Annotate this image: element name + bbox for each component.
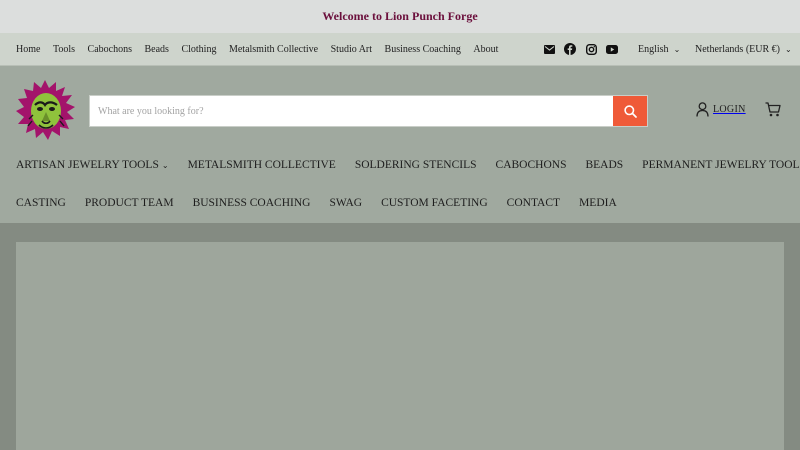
instagram-icon[interactable] (585, 43, 597, 55)
nav-custom-faceting[interactable]: CUSTOM FACETING (381, 197, 488, 209)
utility-link-studio-art[interactable]: Studio Art (331, 44, 372, 55)
login-link[interactable]: LOGIN (696, 102, 746, 117)
lion-logo[interactable] (15, 79, 76, 141)
site-header: LOGIN ARTISAN JEWELRY TOOLS ⌄ METALSMITH… (0, 66, 800, 223)
utility-link-tools[interactable]: Tools (53, 44, 75, 55)
youtube-icon[interactable] (606, 43, 618, 55)
chevron-down-icon: ⌄ (673, 45, 681, 54)
nav-swag[interactable]: SWAG (329, 197, 362, 209)
mail-icon[interactable] (543, 43, 555, 55)
utility-link-clothing[interactable]: Clothing (181, 44, 216, 55)
nav-beads[interactable]: BEADS (585, 159, 623, 171)
nav-contact[interactable]: CONTACT (507, 197, 560, 209)
announcement-bar: Welcome to Lion Punch Forge (0, 0, 800, 33)
user-icon (696, 102, 709, 117)
cart-button[interactable] (765, 102, 781, 122)
search-input[interactable] (90, 96, 613, 126)
utility-link-metalsmith-collective[interactable]: Metalsmith Collective (229, 44, 318, 55)
utility-bar: Home Tools Cabochons Beads Clothing Meta… (0, 33, 800, 66)
currency-selector[interactable]: Netherlands (EUR €) ⌄ (695, 33, 792, 66)
nav-business-coaching[interactable]: BUSINESS COACHING (193, 197, 311, 209)
social-links (543, 43, 618, 55)
nav-label: ARTISAN JEWELRY TOOLS (16, 159, 159, 171)
utility-link-about[interactable]: About (473, 44, 498, 55)
utility-link-home[interactable]: Home (16, 44, 40, 55)
nav-cabochons[interactable]: CABOCHONS (496, 159, 567, 171)
language-label: English (638, 44, 669, 55)
hero-slideshow[interactable] (16, 242, 784, 450)
search-icon (623, 104, 637, 118)
utility-link-beads[interactable]: Beads (145, 44, 169, 55)
search-bar (90, 96, 647, 126)
chevron-down-icon: ⌄ (161, 160, 169, 170)
utility-link-business-coaching[interactable]: Business Coaching (385, 44, 461, 55)
nav-soldering-stencils[interactable]: SOLDERING STENCILS (355, 159, 477, 171)
chevron-down-icon: ⌄ (784, 45, 792, 54)
nav-permanent-jewelry-tools[interactable]: PERMANENT JEWELRY TOOLS (642, 159, 800, 171)
announcement-text: Welcome to Lion Punch Forge (322, 9, 478, 23)
currency-label: Netherlands (EUR €) (695, 44, 780, 55)
facebook-icon[interactable] (564, 43, 576, 55)
main-content (0, 223, 800, 450)
search-button[interactable] (613, 96, 647, 126)
nav-artisan-jewelry-tools[interactable]: ARTISAN JEWELRY TOOLS ⌄ (16, 159, 169, 171)
utility-nav: Home Tools Cabochons Beads Clothing Meta… (16, 33, 511, 66)
main-nav-row-2: CASTING PRODUCT TEAM BUSINESS COACHING S… (16, 197, 636, 209)
cart-icon (765, 102, 781, 117)
utility-link-cabochons[interactable]: Cabochons (88, 44, 132, 55)
nav-media[interactable]: MEDIA (579, 197, 617, 209)
login-label: LOGIN (713, 104, 746, 115)
nav-metalsmith-collective[interactable]: METALSMITH COLLECTIVE (188, 159, 336, 171)
main-nav-row-1: ARTISAN JEWELRY TOOLS ⌄ METALSMITH COLLE… (16, 159, 800, 171)
language-selector[interactable]: English ⌄ (638, 33, 680, 66)
nav-casting[interactable]: CASTING (16, 197, 66, 209)
nav-product-team[interactable]: PRODUCT TEAM (85, 197, 174, 209)
